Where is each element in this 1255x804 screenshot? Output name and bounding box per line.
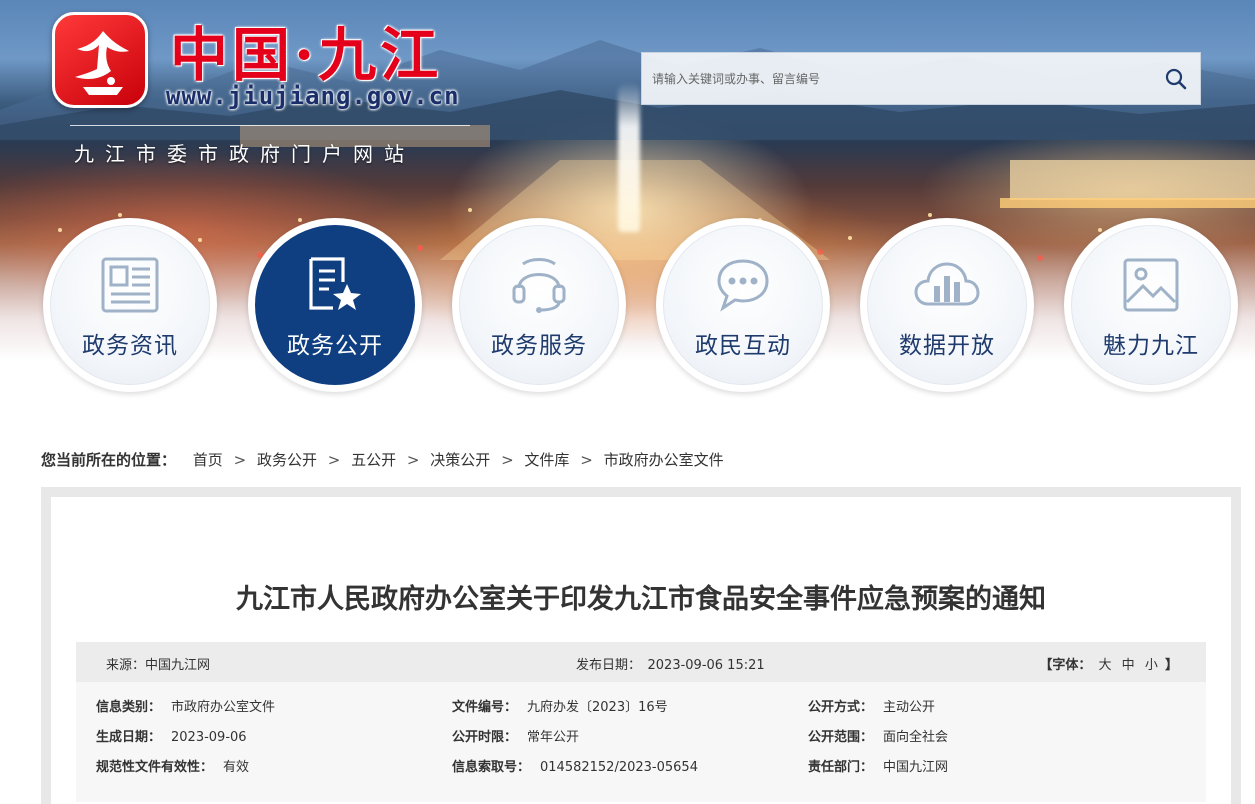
info-key: 信息类别： (96, 700, 162, 715)
nav-label: 魅力九江 (1103, 333, 1199, 359)
nav-item-services[interactable]: 政务服务 (452, 218, 626, 392)
info-key: 文件编号： (452, 700, 518, 715)
breadcrumb-separator: > (580, 451, 593, 469)
info-key: 规范性文件有效性： (96, 760, 214, 775)
info-value: 面向全社会 (883, 730, 949, 745)
breadcrumb-decision-openness[interactable]: 决策公开 (430, 451, 490, 469)
info-cell: 公开时限： 常年公开 (452, 726, 579, 745)
info-key: 公开方式： (808, 700, 874, 715)
nav-label: 政民互动 (695, 333, 791, 359)
article-container: 九江市人民政府办公室关于印发九江市食品安全事件应急预案的通知 来源：中国九江网 … (41, 487, 1241, 804)
font-size-large-button[interactable]: 大 (1099, 658, 1112, 673)
info-value: 有效 (223, 760, 250, 775)
info-cell: 公开方式： 主动公开 (808, 696, 935, 715)
nav-label: 政务服务 (491, 333, 587, 359)
info-key: 生成日期： (96, 730, 162, 745)
info-value: 九府办发〔2023〕16号 (527, 700, 668, 715)
newspaper-icon (101, 257, 159, 313)
headset-icon (512, 258, 566, 313)
font-size-control: 【字体： 大 中 小 】 (1039, 654, 1178, 673)
main-nav: 政务资讯 政务公开 政务服务 政民互动 数据开放 魅力九江 (0, 0, 1255, 420)
chat-icon (717, 259, 769, 312)
nav-item-open-data[interactable]: 数据开放 (860, 218, 1034, 392)
info-value: 主动公开 (883, 700, 936, 715)
info-row: 信息类别： 市政府办公室文件 文件编号： 九府办发〔2023〕16号 公开方式： 主动… (76, 696, 1206, 726)
info-cell: 生成日期： 2023-09-06 (96, 726, 247, 745)
nav-label: 数据开放 (899, 333, 995, 359)
breadcrumb-home[interactable]: 首页 (193, 451, 223, 469)
breadcrumb-document-library[interactable]: 文件库 (524, 451, 569, 469)
nav-label: 政务公开 (287, 333, 383, 359)
info-cell: 文件编号： 九府办发〔2023〕16号 (452, 696, 668, 715)
info-cell: 规范性文件有效性： 有效 (96, 756, 249, 775)
info-key: 公开时限： (452, 730, 518, 745)
breadcrumb: 您当前所在的位置： 首页 > 政务公开 > 五公开 > 决策公开 > 文件库 >… (41, 449, 724, 470)
image-icon (1123, 258, 1179, 312)
nav-item-interaction[interactable]: 政民互动 (656, 218, 830, 392)
info-value: 014582152/2023-05654 (540, 760, 698, 775)
info-value: 常年公开 (527, 730, 580, 745)
nav-item-charm-jiujiang[interactable]: 魅力九江 (1064, 218, 1238, 392)
font-size-medium-button[interactable]: 中 (1122, 658, 1135, 673)
nav-item-open-government[interactable]: 政务公开 (248, 218, 422, 392)
info-key: 公开范围： (808, 730, 874, 745)
info-row: 规范性文件有效性： 有效 信息索取号： 014582152/2023-05654 责… (76, 756, 1206, 786)
document-info-table: 信息类别： 市政府办公室文件 文件编号： 九府办发〔2023〕16号 公开方式： 主动… (76, 682, 1206, 802)
nav-item-news[interactable]: 政务资讯 (43, 218, 217, 392)
breadcrumb-separator: > (501, 451, 514, 469)
info-value: 市政府办公室文件 (171, 700, 276, 715)
info-value: 中国九江网 (883, 760, 949, 775)
info-cell: 责任部门： 中国九江网 (808, 756, 948, 775)
info-key: 责任部门： (808, 760, 874, 775)
info-key: 信息索取号： (452, 760, 531, 775)
article-title: 九江市人民政府办公室关于印发九江市食品安全事件应急预案的通知 (236, 584, 1046, 615)
font-size-open: 【字体： (1039, 658, 1092, 673)
breadcrumb-label: 您当前所在的位置： (41, 451, 177, 469)
font-size-close: 】 (1164, 658, 1178, 673)
article-meta-bar: 来源：中国九江网 发布日期： 2023-09-06 15:21 【字体： 大 中… (76, 642, 1206, 682)
nav-label: 政务资讯 (82, 333, 178, 359)
breadcrumb-five-openness[interactable]: 五公开 (351, 451, 396, 469)
font-size-small-button[interactable]: 小 (1145, 658, 1158, 673)
info-cell: 信息类别： 市政府办公室文件 (96, 696, 275, 715)
article: 九江市人民政府办公室关于印发九江市食品安全事件应急预案的通知 来源：中国九江网 … (51, 497, 1231, 804)
info-cell: 公开范围： 面向全社会 (808, 726, 948, 745)
breadcrumb-separator: > (406, 451, 420, 469)
cloud-chart-icon (914, 262, 980, 306)
breadcrumb-separator: > (233, 451, 247, 469)
breadcrumb-open-government[interactable]: 政务公开 (257, 451, 317, 469)
info-value: 2023-09-06 (171, 730, 247, 745)
document-star-icon (309, 257, 361, 310)
info-row: 生成日期： 2023-09-06 公开时限： 常年公开 公开范围： 面向全社会 (76, 726, 1206, 756)
info-cell: 信息索取号： 014582152/2023-05654 (452, 756, 698, 775)
breadcrumb-separator: > (327, 451, 341, 469)
breadcrumb-office-documents[interactable]: 市政府办公室文件 (604, 451, 724, 469)
article-publish-date: 发布日期： 2023-09-06 15:21 (576, 658, 765, 673)
article-source: 来源：中国九江网 (106, 658, 211, 673)
